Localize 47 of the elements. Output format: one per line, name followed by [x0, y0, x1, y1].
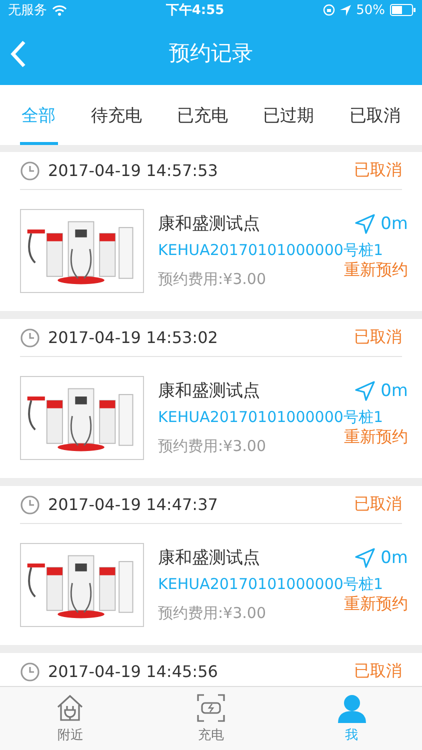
- navigation-arrow-icon: [354, 214, 375, 234]
- battery-percent: 50%: [356, 2, 385, 18]
- wifi-icon: [52, 4, 67, 16]
- back-icon[interactable]: [10, 40, 26, 68]
- bottom-tab[interactable]: 充电: [140, 687, 282, 750]
- station-name: 康和盛测试点: [158, 213, 260, 235]
- person-icon: [336, 693, 367, 723]
- record-time: 2017-04-19 14:47:37: [48, 495, 218, 514]
- station-name: 康和盛测试点: [158, 380, 260, 402]
- distance-text: 0m: [380, 381, 408, 401]
- clock-icon: [20, 160, 40, 180]
- record-status: 已取消: [354, 327, 402, 348]
- location-arrow-icon: [340, 4, 352, 16]
- house-plug-icon: [55, 693, 86, 723]
- car-scan-icon: [196, 693, 226, 723]
- record-status: 已取消: [354, 661, 402, 682]
- navigation-arrow-icon: [354, 381, 375, 401]
- battery-icon: [390, 4, 416, 16]
- filter-tab[interactable]: 全部: [20, 85, 58, 145]
- station-name: 康和盛测试点: [158, 547, 260, 569]
- carrier-text: 无服务: [8, 2, 47, 19]
- clock-time: 下午4:55: [166, 2, 224, 19]
- reservation-fee: 预约费用:¥3.00: [158, 604, 266, 623]
- record-time: 2017-04-19 14:45:56: [48, 662, 218, 681]
- reservation-fee: 预约费用:¥3.00: [158, 437, 266, 456]
- clock-icon: [20, 494, 40, 514]
- record-status: 已取消: [354, 494, 402, 515]
- filter-tab[interactable]: 已取消: [347, 85, 402, 145]
- rotation-lock-icon: [323, 4, 336, 16]
- pile-code: KEHUA20170101000000号桩1: [158, 575, 383, 594]
- clock-icon: [20, 662, 40, 682]
- reservation-fee: 预约费用:¥3.00: [158, 270, 266, 289]
- page-title: 预约记录: [169, 40, 253, 66]
- record-time: 2017-04-19 14:57:53: [48, 161, 218, 180]
- pile-code: KEHUA20170101000000号桩1: [158, 241, 383, 260]
- clock-icon: [20, 328, 40, 348]
- bottom-tab[interactable]: 附近: [0, 687, 141, 750]
- filter-tab[interactable]: 已过期: [261, 85, 316, 145]
- record-time: 2017-04-19 14:53:02: [48, 328, 218, 347]
- distance-text: 0m: [380, 548, 408, 568]
- filter-tab[interactable]: 已充电: [174, 85, 230, 145]
- filter-tab[interactable]: 待充电: [88, 85, 144, 145]
- bottom-tab[interactable]: 我: [281, 687, 422, 750]
- record-status: 已取消: [354, 160, 402, 181]
- distance-text: 0m: [380, 214, 408, 234]
- pile-code: KEHUA20170101000000号桩1: [158, 408, 383, 427]
- navigation-arrow-icon: [354, 548, 375, 568]
